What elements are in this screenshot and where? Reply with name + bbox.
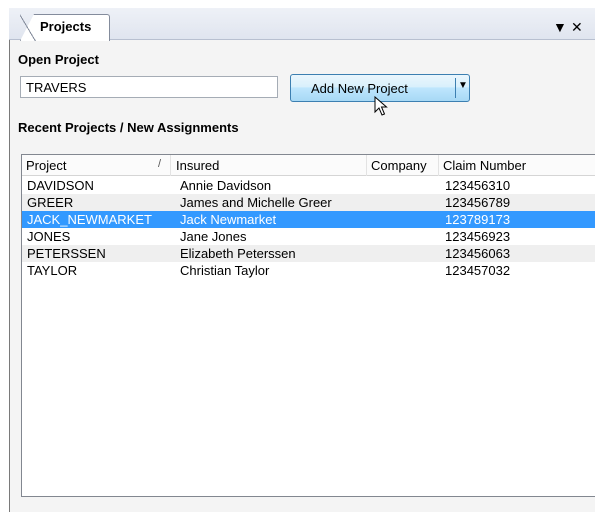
column-header-company[interactable]: Company xyxy=(367,155,439,176)
open-project-heading: Open Project xyxy=(18,52,99,67)
cell-claim-number: 123789173 xyxy=(445,212,511,227)
cell-project: GREER xyxy=(27,195,74,210)
cell-project: TAYLOR xyxy=(27,263,78,278)
cell-insured: Christian Taylor xyxy=(180,263,270,278)
add-new-project-label[interactable]: Add New Project xyxy=(311,81,408,96)
cell-insured: Jack Newmarket xyxy=(180,212,277,227)
recent-projects-heading: Recent Projects / New Assignments xyxy=(18,120,239,135)
outer-margin xyxy=(0,0,9,512)
cell-project: PETERSSEN xyxy=(27,246,106,261)
table-row[interactable]: TAYLOR Christian Taylor 123457032 xyxy=(22,262,595,279)
cell-insured: Jane Jones xyxy=(180,229,247,244)
cell-claim-number: 123457032 xyxy=(445,263,511,278)
recent-projects-table[interactable]: Project / Insured Company Claim Number D… xyxy=(21,154,595,497)
table-row[interactable]: JONES Jane Jones 123456923 xyxy=(22,228,595,245)
dropdown-pin-icon[interactable]: ▼ xyxy=(553,19,567,35)
open-project-input[interactable] xyxy=(20,76,278,98)
cell-project: DAVIDSON xyxy=(27,178,94,193)
column-header-claim-number[interactable]: Claim Number xyxy=(439,155,595,176)
close-icon[interactable]: ✕ xyxy=(571,19,583,36)
table-row-selected[interactable]: JACK_NEWMARKET Jack Newmarket 123789173 xyxy=(22,211,595,228)
cell-project: JONES xyxy=(27,229,71,244)
chevron-down-icon[interactable]: ▼ xyxy=(458,80,468,91)
cell-claim-number: 123456789 xyxy=(445,195,511,210)
column-header-project[interactable]: Project xyxy=(22,155,171,176)
cell-insured: Elizabeth Peterssen xyxy=(180,246,296,261)
cell-insured: James and Michelle Greer xyxy=(180,195,332,210)
column-header-insured[interactable]: Insured xyxy=(172,155,367,176)
table-row[interactable]: DAVIDSON Annie Davidson 123456310 xyxy=(22,177,595,194)
tab-slant-edge xyxy=(20,14,36,41)
cell-claim-number: 123456923 xyxy=(445,229,511,244)
table-header: Project / Insured Company Claim Number xyxy=(22,155,595,176)
mouse-cursor-icon xyxy=(374,96,388,116)
table-row[interactable]: GREER James and Michelle Greer 123456789 xyxy=(22,194,595,211)
sort-indicator-icon: / xyxy=(158,158,162,170)
split-separator xyxy=(455,78,456,98)
cell-project: JACK_NEWMARKET xyxy=(27,212,152,227)
cell-claim-number: 123456063 xyxy=(445,246,511,261)
tab-projects-label[interactable]: Projects xyxy=(40,19,91,34)
cell-insured: Annie Davidson xyxy=(180,178,272,193)
cell-claim-number: 123456310 xyxy=(445,178,511,193)
table-row[interactable]: PETERSSEN Elizabeth Peterssen 123456063 xyxy=(22,245,595,262)
